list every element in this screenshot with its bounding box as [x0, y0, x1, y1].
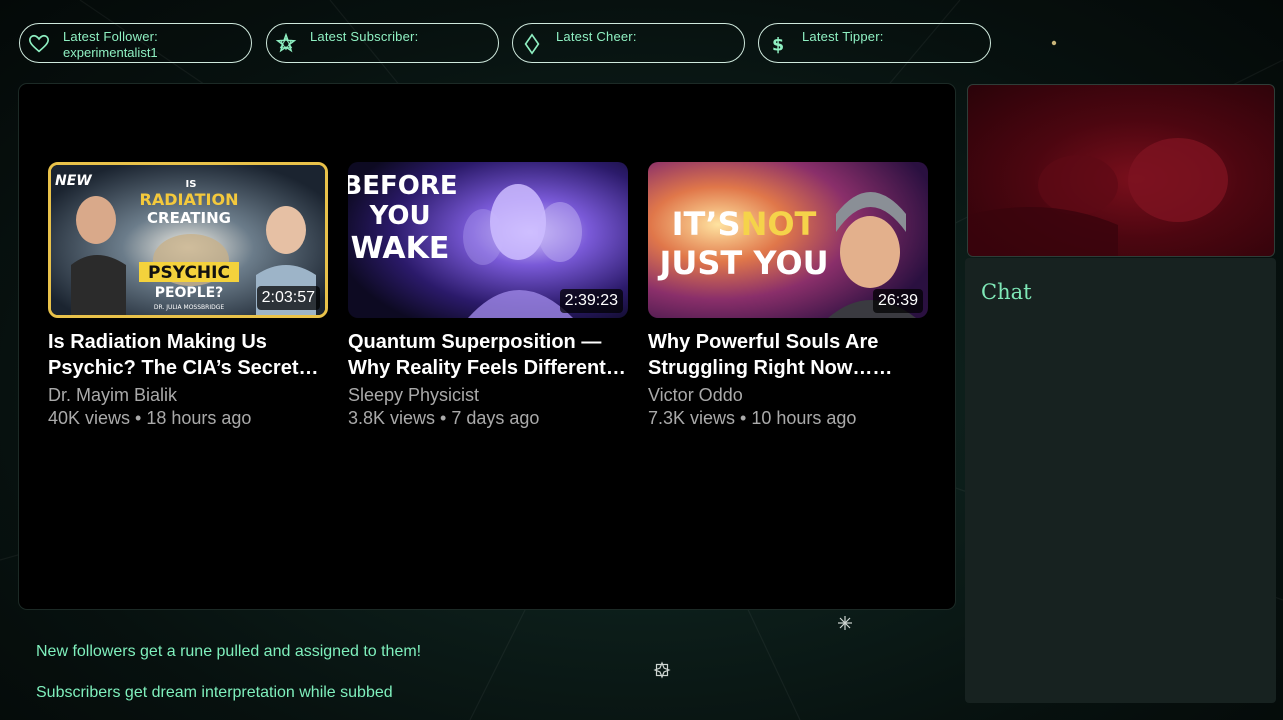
thumb-text: IS: [186, 179, 197, 190]
dollar-icon: $: [772, 35, 784, 55]
video-duration: 26:39: [872, 289, 923, 313]
thumb-text: CREATING: [147, 209, 231, 227]
thumb-text: IT’SNOT: [672, 205, 817, 243]
video-thumbnail[interactable]: NEW IS RADIATION CREATING PSYCHIC PEOPLE…: [48, 162, 328, 318]
alert-label: Latest Tipper:: [802, 29, 884, 44]
video-meta: 40K views • 18 hours ago: [48, 408, 252, 428]
latest-subscriber-alert: Latest Subscriber:: [266, 23, 499, 63]
thumb-text: PEOPLE?: [155, 285, 224, 301]
video-title[interactable]: Is Radiation Making Us Psychic? The CIA’…: [48, 329, 328, 381]
webcam-image: [968, 138, 1228, 256]
alert-label: Latest Subscriber:: [310, 29, 419, 44]
latest-tipper-alert: $ Latest Tipper:: [758, 23, 991, 63]
webcam-feed: [967, 84, 1275, 257]
svg-text:$: $: [772, 35, 784, 55]
thumb-text: YOU: [368, 201, 430, 231]
video-channel[interactable]: Dr. Mayim Bialik: [48, 385, 328, 406]
video-panel: NEW IS RADIATION CREATING PSYCHIC PEOPLE…: [19, 84, 955, 609]
heart-icon: [29, 34, 49, 53]
alert-value: experimentalist1: [63, 45, 158, 60]
video-duration: 2:39:23: [559, 289, 623, 313]
video-duration: 2:03:57: [256, 286, 320, 310]
thumb-text: WAKE: [351, 231, 450, 266]
alert-label: Latest Cheer:: [556, 29, 637, 44]
thumb-badge: NEW: [55, 173, 92, 189]
video-card[interactable]: NEW IS RADIATION CREATING PSYCHIC PEOPLE…: [48, 162, 328, 429]
video-channel[interactable]: Sleepy Physicist: [348, 385, 628, 406]
video-card[interactable]: IT’SNOT JUST YOU 26:39 Why Powerful Soul…: [648, 162, 928, 429]
thumb-text: JUST YOU: [657, 244, 828, 282]
video-title[interactable]: Quantum Superposition — Why Reality Feel…: [348, 329, 628, 381]
alert-label: Latest Follower:: [63, 29, 158, 44]
video-thumbnail[interactable]: BEFORE YOU WAKE 2:39:23: [348, 162, 628, 318]
chat-panel: Chat: [965, 258, 1276, 703]
video-card[interactable]: BEFORE YOU WAKE 2:39:23 Quantum Superpos…: [348, 162, 628, 429]
thumb-text: DR. JULIA MOSSBRIDGE: [154, 304, 225, 311]
thumb-text: PSYCHIC: [148, 263, 230, 283]
perk-followers: New followers get a rune pulled and assi…: [36, 643, 422, 660]
diamond-icon: [524, 33, 540, 55]
video-channel[interactable]: Victor Oddo: [648, 385, 928, 406]
video-title[interactable]: Why Powerful Souls Are Struggling Right …: [648, 329, 928, 381]
latest-cheer-alert: Latest Cheer:: [512, 23, 745, 63]
thumb-text: BEFORE: [348, 171, 458, 201]
thumb-text: RADIATION: [140, 190, 239, 209]
star-outline-icon: [653, 661, 671, 679]
latest-follower-alert: Latest Follower: experimentalist1: [19, 23, 252, 63]
video-meta: 7.3K views • 10 hours ago: [648, 408, 857, 428]
video-thumbnail[interactable]: IT’SNOT JUST YOU 26:39: [648, 162, 928, 318]
video-meta: 3.8K views • 7 days ago: [348, 408, 540, 428]
chat-title: Chat: [981, 280, 1032, 304]
star-icon: [275, 33, 297, 53]
sparkle-icon: [838, 616, 852, 630]
perk-subscribers: Subscribers get dream interpretation whi…: [36, 684, 393, 701]
